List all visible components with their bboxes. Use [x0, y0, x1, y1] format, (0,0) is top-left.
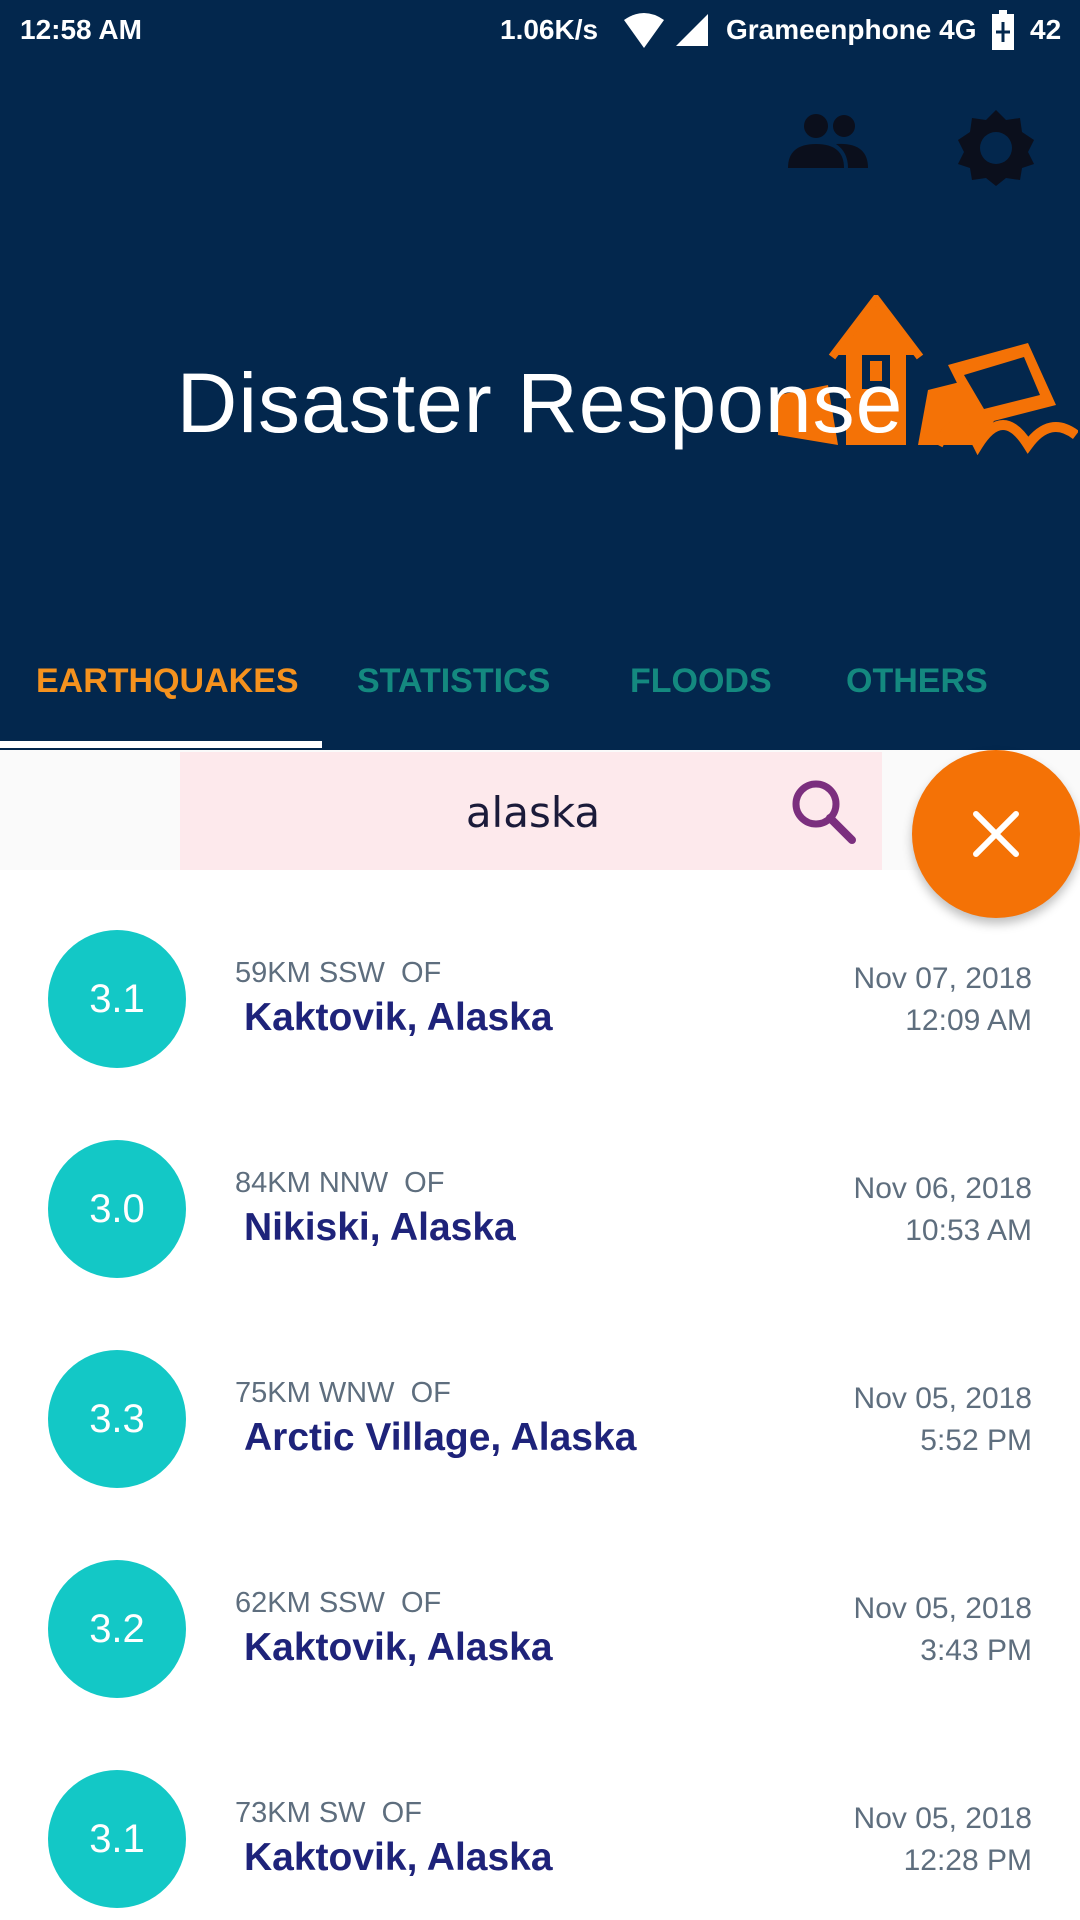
tab-bar: EARTHQUAKES STATISTICS FLOODS OTHERS [0, 640, 1080, 750]
tab-earthquakes[interactable]: EARTHQUAKES [36, 662, 299, 701]
place-name: Kaktovik, Alaska [244, 1626, 553, 1669]
event-date: Nov 05, 2018 [853, 1592, 1032, 1625]
settings-icon[interactable] [956, 108, 1036, 188]
event-time: 10:53 AM [905, 1214, 1032, 1247]
event-date: Nov 06, 2018 [853, 1172, 1032, 1205]
event-time: 5:52 PM [920, 1424, 1032, 1457]
status-time: 12:58 AM [20, 14, 142, 45]
earthquake-item[interactable]: 3.1 73KM SW OF Kaktovik, Alaska Nov 05, … [0, 1710, 1080, 1920]
distance-label: 59KM SSW OF [235, 957, 442, 989]
wifi-icon [624, 13, 664, 48]
distance-label: 84KM NNW OF [235, 1167, 445, 1199]
distance-label: 62KM SSW OF [235, 1587, 442, 1619]
carrier-name: Grameenphone 4G [726, 14, 977, 45]
magnitude-badge: 3.1 [48, 930, 186, 1068]
status-bar: 12:58 AM 1.06K/s Grameenphone 4G 42 [0, 0, 1080, 62]
active-tab-indicator [0, 741, 322, 748]
app-title: Disaster Response [176, 356, 904, 450]
event-time: 3:43 PM [920, 1634, 1032, 1667]
network-speed: 1.06K/s [500, 14, 599, 45]
magnitude-badge: 3.1 [48, 1770, 186, 1908]
magnitude-badge: 3.2 [48, 1560, 186, 1698]
people-icon[interactable] [786, 112, 870, 172]
earthquake-item[interactable]: 3.0 84KM NNW OF Nikiski, Alaska Nov 06, … [0, 1080, 1080, 1290]
tab-floods[interactable]: FLOODS [630, 662, 772, 701]
app-header: 12:58 AM 1.06K/s Grameenphone 4G 42 Disa… [0, 0, 1080, 750]
event-date: Nov 05, 2018 [853, 1382, 1032, 1415]
place-name: Kaktovik, Alaska [244, 996, 553, 1039]
tab-statistics[interactable]: STATISTICS [357, 662, 550, 701]
place-name: Arctic Village, Alaska [244, 1416, 637, 1459]
battery-icon [992, 10, 1014, 50]
place-name: Nikiski, Alaska [244, 1206, 516, 1249]
earthquake-item[interactable]: 3.3 75KM WNW OF Arctic Village, Alaska N… [0, 1290, 1080, 1500]
magnitude-badge: 3.0 [48, 1140, 186, 1278]
event-date: Nov 05, 2018 [853, 1802, 1032, 1835]
battery-level: 42 [1030, 14, 1062, 45]
event-time: 12:28 PM [903, 1844, 1032, 1877]
signal-icon [676, 14, 708, 46]
distance-label: 73KM SW OF [235, 1797, 422, 1829]
event-time: 12:09 AM [905, 1004, 1032, 1037]
earthquake-item[interactable]: 3.2 62KM SSW OF Kaktovik, Alaska Nov 05,… [0, 1500, 1080, 1710]
search-icon[interactable] [788, 776, 858, 846]
close-icon [973, 811, 1019, 857]
earthquake-item[interactable]: 3.1 59KM SSW OF Kaktovik, Alaska Nov 07,… [0, 870, 1080, 1080]
search-input[interactable] [180, 778, 886, 846]
tab-others[interactable]: OTHERS [846, 662, 988, 701]
magnitude-badge: 3.3 [48, 1350, 186, 1488]
place-name: Kaktovik, Alaska [244, 1836, 553, 1879]
search-box [180, 752, 886, 870]
event-date: Nov 07, 2018 [853, 962, 1032, 995]
distance-label: 75KM WNW OF [235, 1377, 451, 1409]
